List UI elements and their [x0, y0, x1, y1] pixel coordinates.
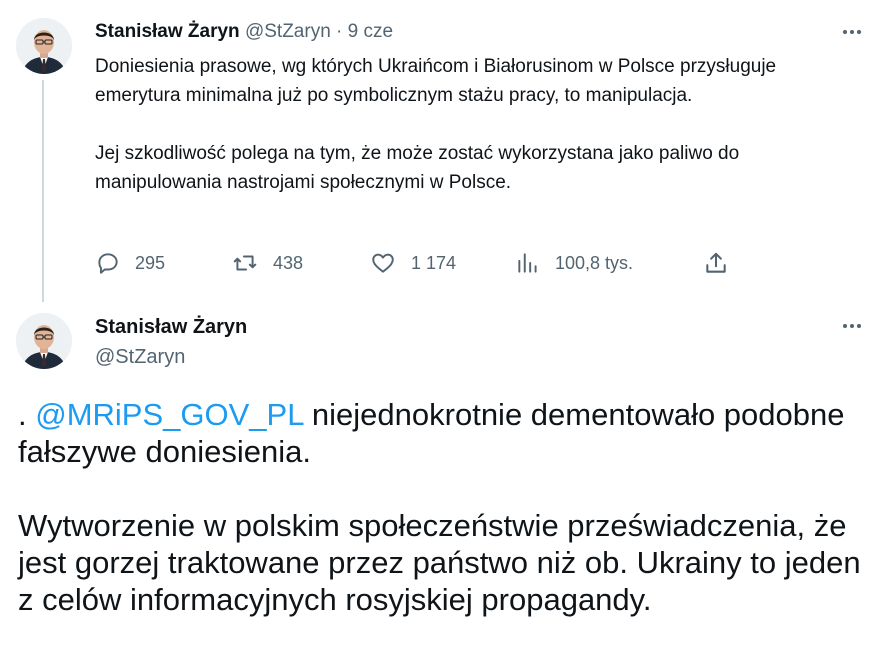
reply-count: 295 — [135, 252, 166, 273]
tweet-header: Stanisław Żaryn @StZaryn · 9 cze — [95, 19, 393, 45]
retweet-count: 438 — [273, 252, 304, 273]
tweet-text: Doniesienia prasowe, wg których Ukraińco… — [95, 52, 865, 197]
thread-connector-line — [42, 80, 44, 302]
tweet-actions: 295 438 1 174 100,8 tys. — [95, 246, 755, 280]
separator-dot: · — [336, 21, 343, 42]
author-name[interactable]: Stanisław Żaryn — [95, 314, 247, 340]
retweet-button[interactable]: 438 — [231, 246, 303, 280]
mention-link[interactable]: @MRiPS_GOV_PL — [35, 397, 303, 432]
text-prefix: . — [18, 397, 36, 432]
tweet-paragraph: Wytworzenie w polskim społeczeństwie prz… — [18, 508, 861, 617]
tweet-text: . @MRiPS_GOV_PL niejednokrotnie dementow… — [18, 396, 878, 618]
tweet-time[interactable]: 9 cze — [348, 21, 393, 42]
views-button[interactable]: 100,8 tys. — [515, 246, 633, 280]
views-count: 100,8 tys. — [555, 252, 634, 273]
avatar-image — [16, 18, 72, 74]
retweet-icon — [233, 255, 257, 271]
author-name[interactable]: Stanisław Żaryn — [95, 21, 240, 42]
reply-button[interactable]: 295 — [95, 246, 165, 280]
tweet-paragraph: Doniesienia prasowe, wg których Ukraińco… — [95, 56, 777, 106]
like-count: 1 174 — [411, 252, 457, 273]
more-options-button[interactable] — [838, 316, 866, 336]
tweet-paragraph: Jej szkodliwość polega na tym, że może z… — [95, 143, 740, 193]
like-button[interactable]: 1 174 — [369, 246, 456, 280]
share-icon — [706, 252, 726, 273]
views-chart-icon — [518, 253, 537, 273]
more-options-button[interactable] — [838, 22, 866, 42]
avatar-image — [16, 313, 72, 369]
tweet-paragraph: . @MRiPS_GOV_PL niejednokrotnie dementow… — [18, 396, 878, 470]
heart-icon — [372, 253, 394, 273]
author-handle[interactable]: @StZaryn — [245, 21, 331, 42]
thread-view: Stanisław Żaryn @StZaryn · 9 cze Doniesi… — [0, 0, 889, 659]
avatar[interactable] — [16, 313, 72, 369]
reply-icon — [98, 253, 118, 274]
author-handle[interactable]: @StZaryn — [95, 344, 185, 370]
share-button[interactable] — [703, 246, 729, 280]
avatar[interactable] — [16, 18, 72, 74]
